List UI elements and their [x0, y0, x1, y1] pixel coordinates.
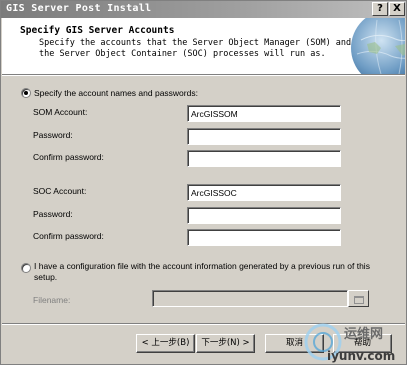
- som-account-input[interactable]: ArcGISSOM: [187, 105, 341, 122]
- back-button[interactable]: < 上一步(B): [136, 334, 195, 353]
- window-title: GIS Server Post Install: [6, 3, 152, 14]
- cancel-button[interactable]: 取消: [265, 334, 324, 353]
- soc-password-input[interactable]: [187, 207, 341, 224]
- filename-label: Filename:: [33, 295, 71, 305]
- specify-accounts-label: Specify the account names and passwords:: [34, 88, 198, 98]
- globe-logo-icon: [351, 18, 405, 74]
- soc-confirm-password-input[interactable]: [187, 229, 341, 246]
- soc-account-input[interactable]: ArcGISSOC: [187, 184, 341, 201]
- som-confirm-password-input[interactable]: [187, 150, 341, 167]
- som-confirm-password-label: Confirm password:: [33, 152, 104, 162]
- footer-divider: [2, 323, 405, 325]
- help-button[interactable]: 帮助: [333, 334, 392, 353]
- title-bar[interactable]: GIS Server Post Install ? X: [1, 1, 406, 18]
- som-password-label: Password:: [33, 130, 73, 140]
- config-file-label-line2: setup.: [34, 272, 58, 282]
- config-file-radio[interactable]: [21, 263, 31, 273]
- page-description: Specify the accounts that the Server Obj…: [39, 38, 352, 59]
- help-icon[interactable]: ?: [372, 2, 388, 16]
- filename-input[interactable]: [152, 290, 348, 307]
- config-file-label-line1: I have a configuration file with the acc…: [34, 261, 370, 271]
- next-button[interactable]: 下一步(N) >: [196, 334, 255, 353]
- header-divider: [2, 74, 405, 76]
- close-icon[interactable]: X: [389, 2, 405, 16]
- page-title: Specify GIS Server Accounts: [20, 25, 175, 36]
- specify-accounts-radio[interactable]: [21, 88, 31, 98]
- install-wizard-window: GIS Server Post Install ? X Specify GIS …: [0, 0, 407, 365]
- browse-folder-button[interactable]: [348, 290, 369, 307]
- som-password-input[interactable]: [187, 128, 341, 145]
- soc-confirm-password-label: Confirm password:: [33, 231, 104, 241]
- soc-password-label: Password:: [33, 209, 73, 219]
- wizard-header: Specify GIS Server Accounts Specify the …: [2, 18, 405, 74]
- soc-account-label: SOC Account:: [33, 186, 87, 196]
- som-account-label: SOM Account:: [33, 107, 88, 117]
